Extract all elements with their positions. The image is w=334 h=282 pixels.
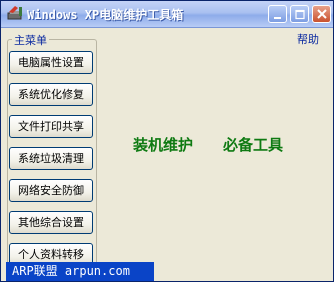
minimize-icon — [274, 17, 281, 19]
menu-button-system-optimize[interactable]: 系统优化修复 — [9, 83, 93, 106]
close-icon — [317, 9, 327, 19]
banner: 装机维护 必备工具 — [133, 134, 283, 155]
title-bar[interactable]: Windows XP电脑维护工具箱 — [1, 1, 333, 28]
banner-right-text: 必备工具 — [223, 136, 284, 154]
menu-button-network-security[interactable]: 网络安全防御 — [9, 179, 93, 202]
menu-button-file-print-share[interactable]: 文件打印共享 — [9, 115, 93, 138]
menu-button-other-settings[interactable]: 其他综合设置 — [9, 211, 93, 234]
close-button[interactable] — [312, 5, 331, 23]
app-window: Windows XP电脑维护工具箱 帮助 主菜单 电脑属性设置 系统优化修复 文… — [0, 0, 334, 282]
menu-button-junk-cleanup[interactable]: 系统垃圾清理 — [9, 147, 93, 170]
app-icon[interactable] — [5, 4, 25, 22]
status-bar: ARP联盟 arpun.com — [6, 262, 154, 281]
window-title: Windows XP电脑维护工具箱 — [27, 8, 184, 22]
minimize-button[interactable] — [268, 5, 287, 23]
menu-button-computer-properties[interactable]: 电脑属性设置 — [9, 51, 93, 74]
banner-left-text: 装机维护 — [133, 136, 194, 154]
help-menu[interactable]: 帮助 — [297, 31, 319, 47]
main-menu-caption: 主菜单 — [12, 32, 49, 48]
maximize-icon — [295, 9, 305, 20]
maximize-button[interactable] — [290, 5, 309, 23]
